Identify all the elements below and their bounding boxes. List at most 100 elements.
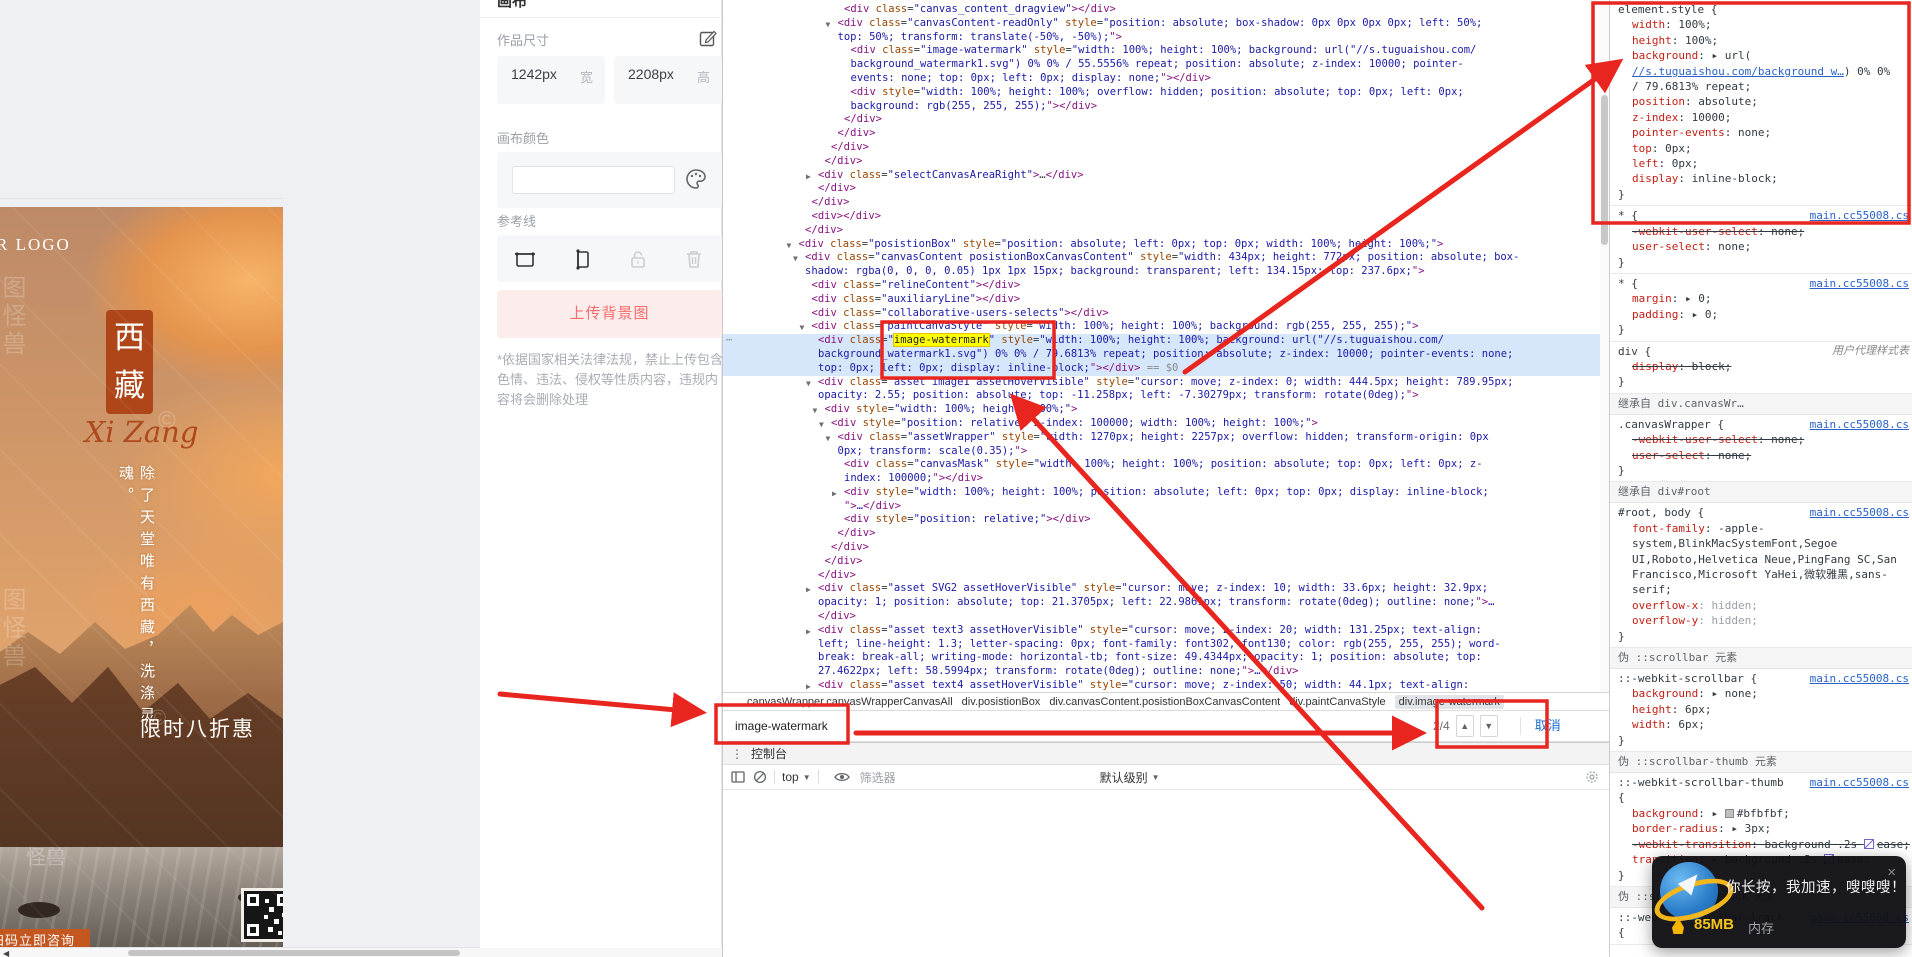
style-property[interactable]: user-select: none; <box>1610 239 1912 254</box>
code-line[interactable]: ▼<div class="posistionBox" style="positi… <box>723 238 1609 252</box>
poster-slogan-vertical[interactable]: 除了天堂唯有西藏，洗涤灵魂。 <box>115 465 157 745</box>
code-line[interactable]: ▶<div class="asset SVG2 assetHoverVisibl… <box>723 582 1609 596</box>
edit-size-icon[interactable] <box>698 28 718 48</box>
poster-logo-text[interactable]: R LOGO <box>0 235 71 255</box>
code-line[interactable]: </div> <box>723 155 1609 169</box>
style-property[interactable]: -webkit-user-select: none; <box>1610 224 1912 239</box>
speed-booster-popup[interactable]: 你长按，我加速，嗖嗖嗖！ × 85MB 内存 <box>1652 856 1906 948</box>
code-line[interactable]: </div> <box>723 127 1609 141</box>
style-property[interactable]: font-family: -apple- <box>1610 521 1912 536</box>
code-line[interactable]: ▼<div style="position: relative; z-index… <box>723 417 1609 431</box>
code-line[interactable]: ▼<div class="asset image1 assetHoverVisi… <box>723 376 1609 390</box>
style-property[interactable]: overflow-y: hidden; <box>1610 613 1912 628</box>
style-property[interactable]: display: block; <box>1610 359 1912 374</box>
code-line[interactable]: ">…</div> <box>723 500 1609 514</box>
style-property[interactable]: / 79.6813% repeat; <box>1610 79 1912 94</box>
style-property[interactable]: system,BlinkMacSystemFont,Segoe <box>1610 536 1912 551</box>
code-line[interactable]: <div style="position: relative;"></div> <box>723 513 1609 527</box>
code-line[interactable]: ▼<div class="paintCanvaStyle" style="wid… <box>723 320 1609 334</box>
style-rule[interactable]: ::-webkit-scrollbar {main.cc55008.csback… <box>1610 669 1912 752</box>
style-property[interactable]: Francisco,Microsoft YaHei,微软雅黑,sans- <box>1610 567 1912 582</box>
styles-panel[interactable]: element.style {width: 100%;height: 100%;… <box>1609 0 1912 957</box>
elements-scrollbar-thumb[interactable] <box>1601 95 1608 245</box>
close-icon[interactable]: × <box>1887 864 1896 881</box>
style-property[interactable]: height: 100%; <box>1610 33 1912 48</box>
code-line[interactable]: </div> <box>723 113 1609 127</box>
width-input[interactable]: 1242px 宽 <box>497 56 605 104</box>
style-selector[interactable]: ::-webkit-scrollbar {main.cc55008.cs <box>1610 671 1912 686</box>
style-selector[interactable]: element.style { <box>1610 2 1912 17</box>
code-line[interactable]: ▶<div class="selectCanvasAreaRight">…</d… <box>723 169 1609 183</box>
poster-title-script[interactable]: Xi Zang <box>0 415 283 449</box>
style-property[interactable]: -webkit-transition: background .2s ease; <box>1610 837 1912 852</box>
style-property[interactable]: left: 0px; <box>1610 156 1912 171</box>
code-line[interactable]: </div> <box>723 610 1609 624</box>
code-line[interactable]: ▼<div class="canvasContent-readOnly" sty… <box>723 17 1609 31</box>
poster-canvas[interactable]: R LOGO 西藏 Xi Zang 除了天堂唯有西藏，洗涤灵魂。 限时八折惠 扫… <box>0 207 283 957</box>
breadcrumb-item[interactable]: canvasWrapper.canvasWrapperCanvasAll <box>747 696 953 708</box>
elements-scrollbar[interactable] <box>1600 0 1609 692</box>
search-input[interactable] <box>733 718 1293 734</box>
code-line[interactable]: </div> <box>723 541 1609 555</box>
code-line[interactable]: top: 0px; left: 0px; display: inline-blo… <box>723 362 1609 376</box>
style-property[interactable]: UI,Roboto,Helvetica Neue,PingFang SC,San <box>1610 552 1912 567</box>
upload-background-button[interactable]: 上传背景图 <box>497 290 722 338</box>
style-selector[interactable]: .canvasWrapper {main.cc55008.cs <box>1610 417 1912 432</box>
code-line[interactable]: </div> <box>723 224 1609 238</box>
style-property[interactable]: height: 6px; <box>1610 702 1912 717</box>
kebab-menu-icon[interactable]: ⋮ <box>731 747 743 761</box>
style-property[interactable]: //s.tuguaishou.com/background w…) 0% 0% <box>1610 64 1912 79</box>
poster-title-box[interactable]: 西藏 <box>106 310 153 414</box>
style-property[interactable]: padding: ▸ 0; <box>1610 307 1912 322</box>
vertical-guide-icon[interactable] <box>569 247 593 271</box>
log-level-selector[interactable]: 默认级别 <box>1100 769 1148 786</box>
console-sidebar-icon[interactable] <box>731 771 745 783</box>
code-line[interactable]: <div></div> <box>723 210 1609 224</box>
eye-icon[interactable] <box>834 771 850 783</box>
style-property[interactable]: pointer-events: none; <box>1610 125 1912 140</box>
style-rule[interactable]: * {main.cc55008.cs-webkit-user-select: n… <box>1610 206 1912 274</box>
code-line[interactable]: ⋯<div class="image-watermark" style="wid… <box>723 334 1609 348</box>
code-line[interactable]: ▶<div class="asset text4 assetHoverVisib… <box>723 679 1609 692</box>
horizontal-guide-icon[interactable] <box>513 247 537 271</box>
code-line[interactable]: ▼<div style="width: 100%; height: 100%;"… <box>723 403 1609 417</box>
code-line[interactable]: <div class="relineContent"></div> <box>723 279 1609 293</box>
code-line[interactable]: ▶<div style="width: 100%; height: 100%; … <box>723 486 1609 500</box>
code-line[interactable]: <div style="width: 100%; height: 100%; o… <box>723 86 1609 100</box>
style-rule[interactable]: element.style {width: 100%;height: 100%;… <box>1610 0 1912 206</box>
palette-icon[interactable] <box>684 167 708 191</box>
code-line[interactable]: opacity: 2.55; position: absolute; top: … <box>723 389 1609 403</box>
style-property[interactable]: width: 100%; <box>1610 17 1912 32</box>
code-line[interactable]: </div> <box>723 569 1609 583</box>
code-line[interactable]: </div> <box>723 555 1609 569</box>
code-line[interactable]: left; line-height: 1.3; letter-spacing: … <box>723 638 1609 652</box>
style-property[interactable]: background: ▸ #bfbfbf; <box>1610 806 1912 821</box>
code-line[interactable]: ▼<div class="assetWrapper" style="width:… <box>723 431 1609 445</box>
code-line[interactable]: break: break-all; writing-mode: horizont… <box>723 651 1609 665</box>
style-property[interactable]: user-select: none; <box>1610 448 1912 463</box>
breadcrumb-item[interactable]: … <box>727 696 738 708</box>
style-rule[interactable]: div {用户代理样式表display: block;} <box>1610 342 1912 394</box>
code-line[interactable]: <div class="canvas_content_dragview"></d… <box>723 3 1609 17</box>
next-match-button[interactable]: ▼ <box>1480 715 1498 737</box>
filter-input[interactable]: 筛选器 <box>860 769 1100 786</box>
style-selector[interactable]: * {main.cc55008.cs <box>1610 208 1912 223</box>
style-property[interactable]: display: inline-block; <box>1610 171 1912 186</box>
style-selector[interactable]: * {main.cc55008.cs <box>1610 276 1912 291</box>
scroll-left-icon[interactable]: ◀ <box>3 949 9 957</box>
code-line[interactable]: </div> <box>723 141 1609 155</box>
code-line[interactable]: ▶<div class="asset text3 assetHoverVisib… <box>723 624 1609 638</box>
style-selector[interactable]: #root, body {main.cc55008.cs <box>1610 505 1912 520</box>
breadcrumb-item[interactable]: div.posistionBox <box>962 696 1041 708</box>
lock-icon[interactable] <box>626 247 650 271</box>
code-line[interactable]: <div class="image-watermark" style="widt… <box>723 44 1609 58</box>
style-property[interactable]: width: 6px; <box>1610 717 1912 732</box>
code-line[interactable]: shadow: rgba(0, 0, 0, 0.05) 1px 1px 15px… <box>723 265 1609 279</box>
style-rule[interactable]: * {main.cc55008.csmargin: ▸ 0;padding: ▸… <box>1610 274 1912 342</box>
context-selector[interactable]: top <box>782 770 799 784</box>
style-property[interactable]: margin: ▸ 0; <box>1610 291 1912 306</box>
clear-console-icon[interactable] <box>753 770 767 784</box>
style-property[interactable]: border-radius: ▸ 3px; <box>1610 821 1912 836</box>
dom-tree[interactable]: <div class="canvas_content_dragview"></d… <box>723 0 1609 692</box>
cancel-search-button[interactable]: 取消 <box>1520 717 1561 735</box>
